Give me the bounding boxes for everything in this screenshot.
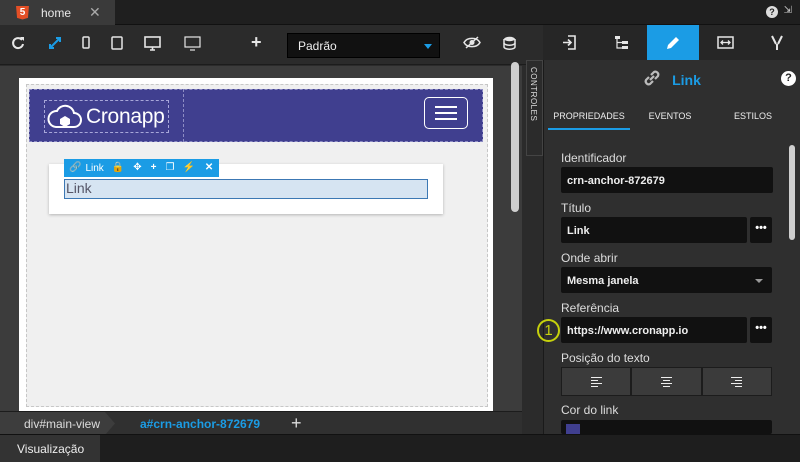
align-center-icon	[660, 375, 672, 389]
login-icon[interactable]	[543, 25, 595, 60]
align-center-button[interactable]	[631, 367, 702, 396]
file-tab-label: home	[41, 5, 72, 20]
tablet-icon[interactable]	[111, 36, 123, 54]
chevron-down-icon	[424, 44, 432, 49]
selection-label: Link	[85, 162, 104, 174]
move-icon[interactable]: ✥	[133, 163, 141, 173]
device-select-value: Padrão	[298, 39, 337, 53]
panel-scrollbar[interactable]	[789, 145, 795, 240]
hamburger-line	[435, 106, 457, 108]
magic-wand-icon[interactable]: ⚡	[182, 163, 194, 173]
link-icon: 🔗	[69, 162, 82, 173]
panel-toolbar	[543, 25, 800, 60]
canvas-toolbar: + Padrão	[0, 25, 543, 65]
desktop-icon[interactable]	[144, 36, 161, 55]
close-icon[interactable]: ✕	[89, 4, 101, 21]
referencia-label: Referência	[561, 301, 620, 315]
hamburger-line	[435, 118, 457, 120]
bottom-bar: Visualização	[0, 434, 800, 462]
referencia-more-button[interactable]: •••	[750, 317, 772, 343]
html5-icon: 5	[16, 5, 29, 20]
help-icon[interactable]: ?	[766, 6, 778, 18]
file-tab-bar: 5 home ✕ ? ⇲	[0, 0, 800, 25]
canvas-scrollbar[interactable]	[511, 62, 519, 212]
align-left-button[interactable]	[561, 367, 632, 396]
cor-link-label: Cor do link	[561, 403, 619, 417]
navbar-brand[interactable]: Cronapp	[44, 100, 169, 133]
onde-abrir-select[interactable]: Mesma janela	[561, 267, 772, 293]
hamburger-menu-button[interactable]	[424, 97, 468, 129]
controles-panel-toggle[interactable]: CONTROLES	[526, 60, 543, 156]
collapse-icon[interactable]: ⇲	[784, 5, 792, 16]
lock-icon[interactable]: 🔒	[112, 163, 124, 173]
align-right-button[interactable]	[701, 367, 772, 396]
brush-icon[interactable]	[751, 25, 800, 60]
help-icon[interactable]: ?	[781, 71, 796, 86]
selection-toolbar: 🔗 Link 🔒 ✥ + ❐ ⚡ ✕	[64, 159, 219, 177]
breadcrumb-item-active[interactable]: a#crn-anchor-872679	[140, 417, 260, 431]
device-select[interactable]: Padrão	[287, 33, 440, 58]
align-right-icon	[731, 375, 743, 389]
color-swatch	[566, 424, 580, 434]
copy-icon[interactable]: ❐	[166, 163, 175, 173]
refresh-icon[interactable]	[11, 36, 25, 54]
monitor-icon[interactable]	[184, 36, 201, 55]
selected-link[interactable]: Link	[64, 179, 428, 199]
identificador-label: Identificador	[561, 151, 627, 165]
tree-icon[interactable]	[595, 25, 647, 60]
component-name: Link	[672, 72, 701, 88]
breadcrumb-item[interactable]: div#main-view	[0, 412, 115, 435]
navbar-divider	[183, 89, 184, 142]
tab-eventos[interactable]: EVENTOS	[630, 104, 710, 130]
referencia-field[interactable]: https://www.cronapp.io	[561, 317, 747, 343]
controles-label: CONTROLES	[529, 67, 538, 122]
titulo-label: Título	[561, 201, 592, 215]
ide-window: 5 home ✕ ? ⇲ + Padrão Cronapp 🔗 Link 🔒 ✥…	[0, 0, 800, 462]
phone-icon[interactable]	[82, 36, 90, 53]
hamburger-line	[435, 112, 457, 114]
cor-link-field[interactable]	[561, 420, 772, 434]
breadcrumb: div#main-view a#crn-anchor-872679 +	[0, 411, 522, 435]
posicao-label: Posição do texto	[561, 351, 650, 365]
eye-off-icon[interactable]	[463, 36, 481, 53]
chevron-down-icon	[755, 279, 763, 283]
add-icon[interactable]: +	[151, 163, 157, 173]
delete-icon[interactable]: ✕	[205, 163, 213, 173]
link-icon	[642, 68, 662, 93]
brand-text: Cronapp	[86, 104, 165, 128]
cloud-icon	[47, 104, 82, 128]
component-title: Link	[543, 68, 800, 92]
onde-abrir-label: Onde abrir	[561, 251, 618, 265]
tab-estilos[interactable]: ESTILOS	[712, 104, 794, 130]
add-icon[interactable]: +	[291, 413, 302, 434]
onde-abrir-value: Mesma janela	[567, 275, 639, 287]
resize-horizontal-icon[interactable]	[699, 25, 751, 60]
step-marker: 1	[537, 319, 560, 342]
titulo-field[interactable]: Link	[561, 217, 747, 243]
tab-propriedades[interactable]: PROPRIEDADES	[548, 104, 630, 130]
database-icon[interactable]	[503, 36, 516, 54]
expand-icon[interactable]	[48, 36, 62, 54]
tab-visualizacao[interactable]: Visualização	[0, 435, 100, 462]
align-left-icon	[590, 375, 602, 389]
titulo-more-button[interactable]: •••	[750, 217, 772, 243]
text-align-group	[561, 367, 772, 396]
file-tab-home[interactable]: 5 home ✕	[0, 0, 115, 25]
identificador-field[interactable]: crn-anchor-872679	[561, 167, 773, 193]
pencil-icon[interactable]	[647, 25, 699, 60]
plus-icon[interactable]: +	[251, 33, 262, 51]
